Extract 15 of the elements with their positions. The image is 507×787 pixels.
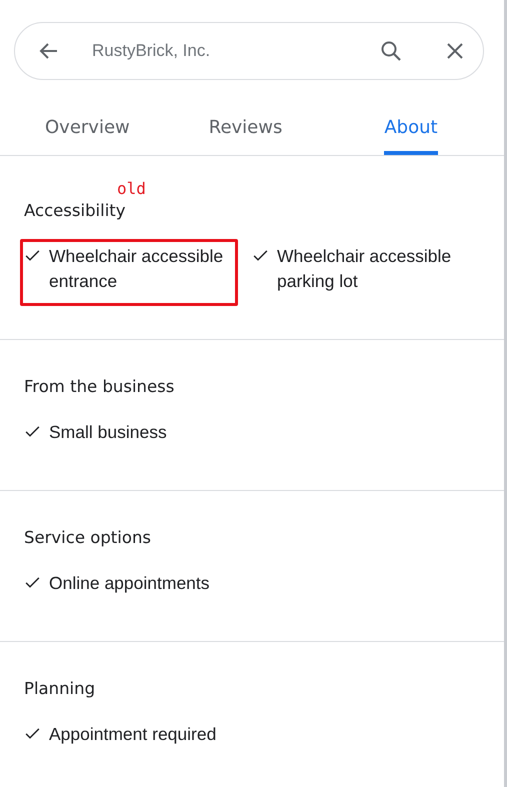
item-label: Online appointments <box>49 572 210 595</box>
annotation-note: old <box>117 178 146 200</box>
section-title: Service options <box>24 527 151 549</box>
tab[interactable]: Reviews <box>208 104 282 155</box>
search-field[interactable]: RustyBrick, Inc. <box>92 41 375 61</box>
item-label: Wheelchair accessible entrance <box>49 245 224 293</box>
tab[interactable]: Overview <box>45 104 130 155</box>
section-title: Planning <box>24 678 96 700</box>
search-icon <box>379 39 403 63</box>
item-label: Appointment required <box>49 723 216 746</box>
item-label: Wheelchair accessible parking lot <box>277 245 452 293</box>
section-title: Accessibility <box>24 200 126 222</box>
section-title: From the business <box>24 376 174 398</box>
item-label: Small business <box>49 421 167 444</box>
tab[interactable]: About <box>384 104 438 155</box>
